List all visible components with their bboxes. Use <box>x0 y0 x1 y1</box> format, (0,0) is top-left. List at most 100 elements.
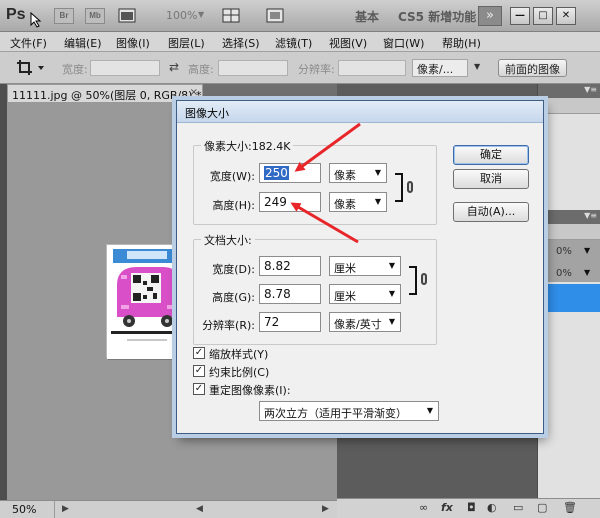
image-size-dialog: 图像大小 像素大小:182.4K 宽度(W): 250 像素 ▼ 高度(H): … <box>176 100 544 434</box>
width-label: 宽度: <box>62 63 88 76</box>
dropdown-arrow-icon: ▼ <box>388 261 395 270</box>
resolution-input[interactable]: 72 <box>259 312 321 332</box>
pixel-height-unit: 像素 <box>334 198 356 211</box>
zoom-level[interactable]: 100% <box>166 9 197 22</box>
height-field[interactable] <box>218 60 288 76</box>
doc-height-input[interactable]: 8.78 <box>259 284 321 304</box>
panel-menu-icon-2[interactable]: ▼≡ <box>584 211 597 220</box>
mini-bridge-button[interactable]: Mb <box>85 8 105 24</box>
workspace-essentials[interactable]: 基本 <box>355 8 379 25</box>
scroll-left-icon[interactable]: ◀ <box>196 504 203 514</box>
layer-mask-icon[interactable]: ◘ <box>467 501 476 514</box>
resolution-unit-dropdown[interactable]: 像素/英寸 ▼ <box>329 312 401 332</box>
resolution-unit: 像素/英寸 <box>334 318 382 331</box>
qr-truck-image <box>107 245 187 359</box>
doc-height-unit-dropdown[interactable]: 厘米 ▼ <box>329 284 401 304</box>
scale-styles-checkbox[interactable]: ✓ <box>193 347 205 359</box>
panel-menu-icon[interactable]: ▼≡ <box>584 85 597 94</box>
options-bar: 宽度: ⇄ 高度: 分辨率: 像素/... ▼ 前面的图像 <box>0 52 600 84</box>
status-info-arrow-icon[interactable]: ▶ <box>62 504 69 514</box>
width-field[interactable] <box>90 60 160 76</box>
opacity-dropdown-icon[interactable]: ▼ <box>584 246 590 255</box>
ok-button[interactable]: 确定 <box>453 145 529 165</box>
panel-tab-layers[interactable] <box>538 224 600 240</box>
resolution-field[interactable] <box>338 60 406 76</box>
selected-layer-row[interactable] <box>538 284 600 312</box>
menu-bar: 文件(F) 编辑(E) 图像(I) 图层(L) 选择(S) 滤镜(T) 视图(V… <box>0 32 600 52</box>
constrain-proportions-checkbox[interactable]: ✓ <box>193 365 205 377</box>
opacity-value[interactable]: 0% <box>556 246 572 257</box>
pixel-width-unit: 像素 <box>334 169 356 182</box>
new-group-icon[interactable]: ▭ <box>513 501 523 514</box>
constrain-proportions-label: 约束比例(C) <box>209 366 270 379</box>
new-layer-icon[interactable]: ▢ <box>537 501 547 514</box>
link-layers-icon[interactable]: ∞ <box>419 501 428 514</box>
resolution-label: 分辨率: <box>298 63 335 76</box>
menu-file[interactable]: 文件(F) <box>10 35 47 51</box>
fill-value[interactable]: 0% <box>556 268 572 279</box>
menu-edit[interactable]: 编辑(E) <box>64 35 102 51</box>
layer-style-icon[interactable]: fx <box>441 501 453 514</box>
pixel-constrain-bracket <box>395 173 403 202</box>
resample-label: 重定图像像素(I): <box>209 384 291 397</box>
doc-width-label: 宽度(D): <box>212 263 255 276</box>
close-window-button[interactable]: ✕ <box>556 7 576 25</box>
auto-button[interactable]: 自动(A)... <box>453 202 529 222</box>
doc-constrain-bracket <box>409 266 417 295</box>
pixel-width-input[interactable]: 250 <box>259 163 321 183</box>
menu-filter[interactable]: 滤镜(T) <box>275 35 312 51</box>
dialog-title-bar[interactable]: 图像大小 <box>177 101 543 123</box>
front-image-button[interactable]: 前面的图像 <box>498 59 567 77</box>
maximize-button[interactable]: □ <box>533 7 553 25</box>
menu-view[interactable]: 视图(V) <box>329 35 367 51</box>
adjustment-layer-icon[interactable]: ◐ <box>487 501 497 514</box>
pixel-width-unit-dropdown[interactable]: 像素 ▼ <box>329 163 387 183</box>
resolution-unit-dropdown[interactable]: 像素/... <box>412 59 468 77</box>
pixel-height-input[interactable]: 249 <box>259 192 321 212</box>
right-panels: ▼≡ ▼≡ 0% ▼ 0% ▼ <box>537 84 600 518</box>
extras-menu-icon[interactable] <box>118 7 140 25</box>
menu-layer[interactable]: 图层(L) <box>168 35 205 51</box>
doc-width-input[interactable]: 8.82 <box>259 256 321 276</box>
workspace-new-in-cs5[interactable]: CS5 新增功能 <box>398 8 476 25</box>
scale-styles-label: 缩放样式(Y) <box>209 348 269 361</box>
close-document-icon[interactable]: × <box>190 87 198 98</box>
bridge-launch-button[interactable]: Br <box>54 8 74 24</box>
chain-link-icon-2 <box>421 273 427 285</box>
dropdown-arrow-icon: ▼ <box>388 317 395 326</box>
panel-header[interactable]: ▼≡ <box>538 84 600 98</box>
panel-tab-top[interactable] <box>538 98 600 114</box>
menu-image[interactable]: 图像(I) <box>116 35 150 51</box>
cancel-button[interactable]: 取消 <box>453 169 529 189</box>
pixel-width-label: 宽度(W): <box>209 170 255 183</box>
delete-layer-icon[interactable]: 🗑 <box>563 501 577 514</box>
menu-window[interactable]: 窗口(W) <box>383 35 424 51</box>
unit-dropdown-arrow-icon[interactable]: ▼ <box>474 62 480 71</box>
layers-bottom-bar: ∞ fx ◘ ◐ ▭ ▢ 🗑 <box>337 498 600 518</box>
resample-checkbox[interactable]: ✓ <box>193 383 205 395</box>
scroll-right-icon[interactable]: ▶ <box>322 504 329 514</box>
layers-list[interactable] <box>538 282 600 498</box>
application-bar: Ps Br Mb 100% ▼ 基本 CS5 新增功能 » — □ ✕ <box>0 0 600 32</box>
view-extras-icon[interactable] <box>222 7 244 25</box>
menu-select[interactable]: 选择(S) <box>222 35 260 51</box>
status-zoom[interactable]: 50% <box>12 503 36 516</box>
resample-method-dropdown[interactable]: 两次立方（适用于平滑渐变） ▼ <box>259 401 439 421</box>
zoom-dropdown-icon[interactable]: ▼ <box>198 10 204 19</box>
doc-height-value: 8.78 <box>264 287 291 301</box>
swap-icon[interactable]: ⇄ <box>169 60 179 74</box>
fill-dropdown-icon[interactable]: ▼ <box>584 268 590 277</box>
menu-help[interactable]: 帮助(H) <box>442 35 481 51</box>
screen-mode-icon[interactable] <box>266 7 288 25</box>
panel-header-2[interactable]: ▼≡ <box>538 210 600 224</box>
panel-body-top <box>538 114 600 210</box>
pixel-height-unit-dropdown[interactable]: 像素 ▼ <box>329 192 387 212</box>
minimize-button[interactable]: — <box>510 7 530 25</box>
dropdown-arrow-icon: ▼ <box>374 168 381 177</box>
document-tab[interactable]: 11111.jpg @ 50%(图层 0, RGB/8) * × <box>7 84 203 102</box>
doc-width-unit-dropdown[interactable]: 厘米 ▼ <box>329 256 401 276</box>
crop-tool-icon[interactable] <box>16 59 50 77</box>
more-workspaces-button[interactable]: » <box>478 6 502 26</box>
tools-panel-edge <box>0 84 7 500</box>
photoshop-logo: Ps <box>6 6 26 23</box>
